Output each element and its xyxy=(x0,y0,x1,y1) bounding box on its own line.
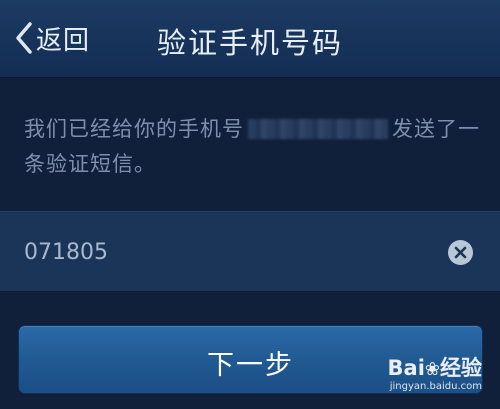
verification-code-row xyxy=(0,211,500,292)
sms-sent-message: 我们已经给你的手机号 发送了一条验证短信。 xyxy=(24,112,484,182)
watermark-logo-left: Bai xyxy=(387,356,425,380)
watermark-logo-right: 经验 xyxy=(440,356,482,380)
baidu-jingyan-watermark: Bai❀经验 jingyan.baidu.com xyxy=(388,357,482,393)
watermark-logo: Bai❀经验 xyxy=(388,357,482,381)
clear-icon xyxy=(454,246,467,259)
clear-button[interactable] xyxy=(448,240,473,265)
page-title: 验证手机号码 xyxy=(156,26,343,60)
masked-phone-number xyxy=(248,119,388,139)
watermark-url: jingyan.baidu.com xyxy=(389,381,482,392)
verification-code-input[interactable] xyxy=(24,234,424,270)
top-bar: 返回 验证手机号码 xyxy=(0,0,500,78)
baidu-paw-icon: ❀ xyxy=(424,359,440,380)
message-before: 我们已经给你的手机号 xyxy=(24,117,244,141)
